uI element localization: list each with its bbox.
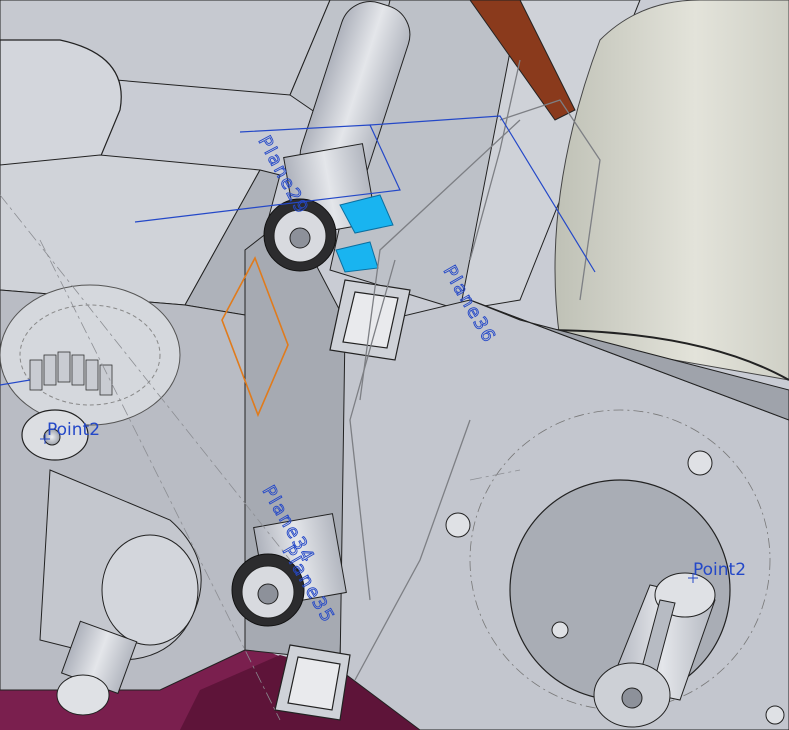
cad-3d-viewport[interactable]: Plane29 Plane36 Plane34 Plane35 Point2 P… xyxy=(0,0,789,730)
arm-boss xyxy=(101,534,199,646)
mount-hole-1 xyxy=(445,512,471,538)
collar-bore xyxy=(621,687,643,709)
mount-hole-2 xyxy=(687,450,713,476)
tube-lower xyxy=(274,644,351,721)
point-left-label[interactable]: Point2 xyxy=(47,420,100,440)
mount-hole-3 xyxy=(551,621,569,639)
mount-hole-4 xyxy=(765,705,785,725)
pin-end xyxy=(56,674,110,716)
point-right-marker[interactable]: Point2 xyxy=(688,560,746,583)
point-right-label[interactable]: Point2 xyxy=(693,560,746,580)
model-render[interactable]: Plane29 Plane36 Plane34 Plane35 Point2 P… xyxy=(0,0,789,730)
gear-housing xyxy=(0,284,181,426)
